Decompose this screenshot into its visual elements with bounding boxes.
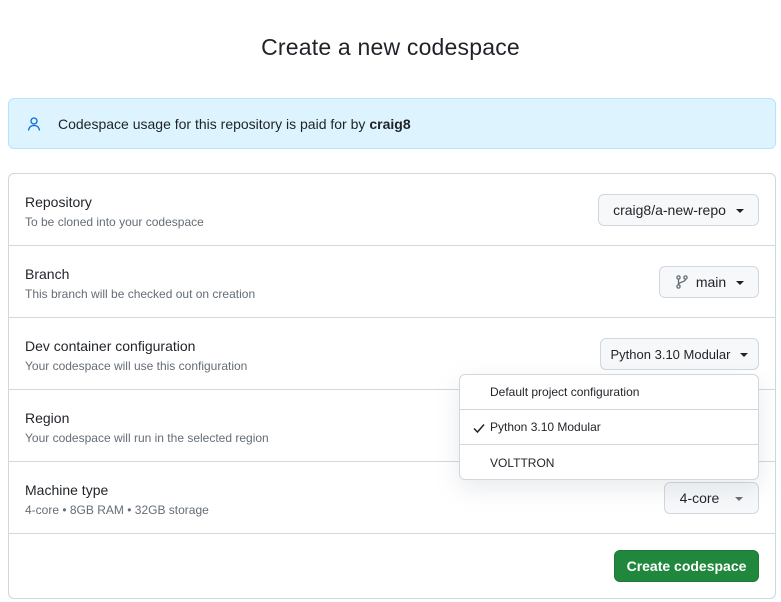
- repository-row: Repository To be cloned into your codesp…: [9, 174, 775, 246]
- branch-row: Branch This branch will be checked out o…: [9, 246, 775, 318]
- repository-select[interactable]: craig8/a-new-repo: [598, 194, 759, 226]
- caret-down-icon: [740, 352, 749, 357]
- notice-owner: craig8: [369, 115, 411, 132]
- devcontainer-title: Dev container configuration: [25, 338, 196, 354]
- branch-title: Branch: [25, 266, 70, 282]
- devcontainer-select-label: Python 3.10 Modular: [610, 346, 731, 362]
- caret-down-icon: [736, 280, 745, 285]
- page-title: Create a new codespace: [261, 34, 520, 60]
- machine-title: Machine type: [25, 482, 109, 498]
- branch-subtitle: This branch will be checked out on creat…: [25, 287, 256, 301]
- caret-down-icon: [735, 208, 744, 213]
- notice-text: Codespace usage for this repository is p…: [58, 115, 366, 132]
- devcontainer-subtitle: Your codespace will use this configurati…: [25, 359, 248, 373]
- dropdown-option-label: Default project configuration: [490, 385, 640, 399]
- machine-select-label: 4-core: [679, 490, 720, 506]
- repository-subtitle: To be cloned into your codespace: [25, 215, 204, 229]
- branch-select[interactable]: main: [659, 266, 759, 298]
- devcontainer-dropdown-menu: Default project configuration Python 3.1…: [459, 374, 759, 480]
- repository-title: Repository: [25, 194, 92, 210]
- repository-select-label: craig8/a-new-repo: [613, 202, 726, 218]
- dropdown-option-volttron[interactable]: VOLTTRON: [460, 445, 758, 480]
- machine-subtitle: 4-core • 8GB RAM • 32GB storage: [25, 503, 209, 517]
- dropdown-option-python[interactable]: Python 3.10 Modular: [460, 410, 758, 445]
- devcontainer-select[interactable]: Python 3.10 Modular: [600, 338, 759, 370]
- create-codespace-button[interactable]: Create codespace: [614, 550, 759, 582]
- person-icon: [26, 116, 42, 132]
- branch-select-label: main: [695, 274, 727, 290]
- machine-select[interactable]: 4-core: [664, 482, 759, 514]
- git-branch-icon: [674, 274, 690, 290]
- check-icon: [472, 421, 486, 435]
- region-title: Region: [25, 410, 70, 426]
- region-subtitle: Your codespace will run in the selected …: [25, 431, 269, 445]
- dropdown-option-label: Python 3.10 Modular: [490, 420, 601, 434]
- caret-down-icon: [735, 496, 744, 501]
- dropdown-option-default[interactable]: Default project configuration: [460, 375, 758, 410]
- billing-notice: Codespace usage for this repository is p…: [8, 98, 776, 149]
- dropdown-option-label: VOLTTRON: [490, 455, 555, 470]
